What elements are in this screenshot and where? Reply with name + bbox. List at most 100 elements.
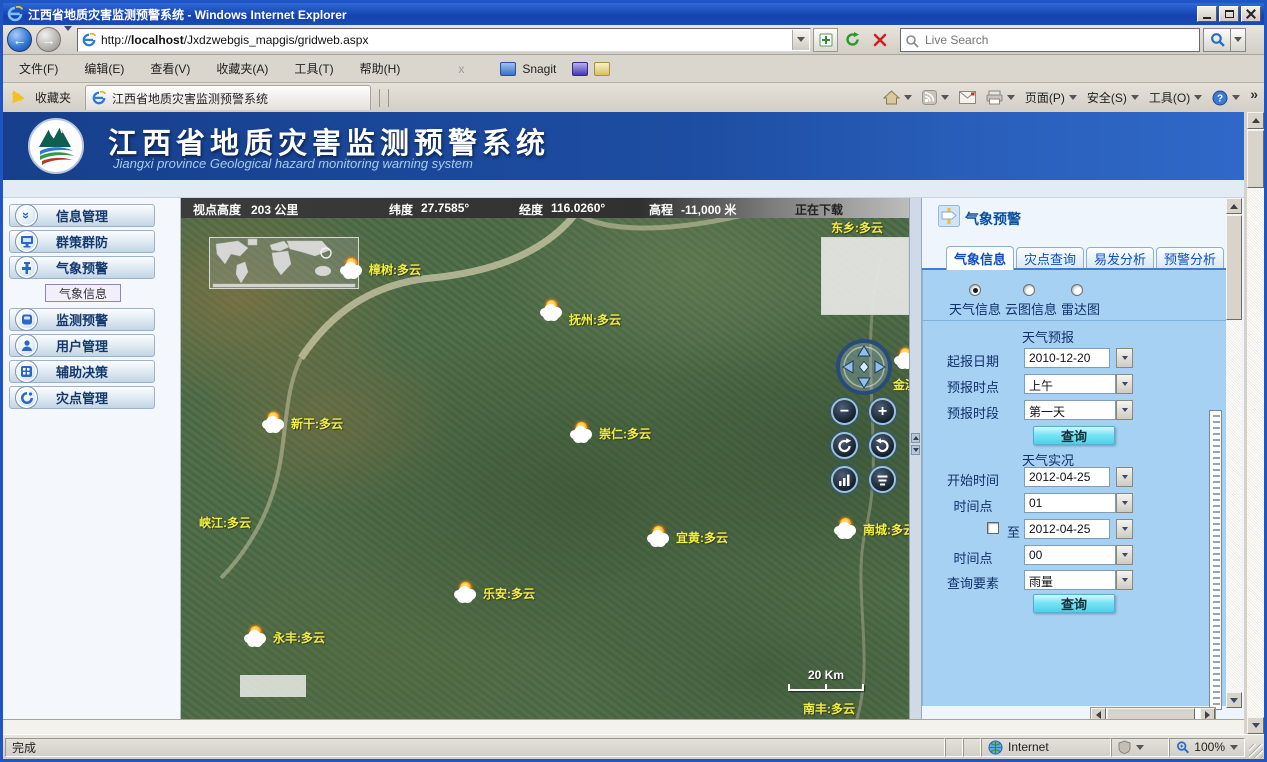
weather-marker[interactable]: 金溪:多云 <box>893 348 909 393</box>
panel-vscrollbar[interactable] <box>1226 198 1242 708</box>
radio-label-radar[interactable]: 雷达图 <box>1061 299 1100 318</box>
tab-susceptibility-analysis[interactable]: 易发分析 <box>1086 247 1154 268</box>
protected-mode-pane[interactable] <box>1111 738 1169 757</box>
forecast-date-combo[interactable]: 2010-12-20 <box>1024 348 1110 368</box>
search-options-dropdown[interactable] <box>1231 28 1246 52</box>
search-go-button[interactable] <box>1203 28 1231 52</box>
until-checkbox[interactable] <box>987 522 999 534</box>
live-search-box[interactable] <box>900 28 1200 52</box>
menu-favorites[interactable]: 收藏夹(A) <box>206 56 278 81</box>
radio-radar-image[interactable] <box>1071 284 1083 296</box>
stop-button[interactable] <box>867 28 892 52</box>
forecast-time-combo[interactable]: 上午 <box>1024 374 1116 394</box>
query-element-combo[interactable]: 雨量 <box>1024 570 1116 590</box>
address-field[interactable]: http://localhost/Jxdzwebgis_mapgis/gridw… <box>77 28 811 52</box>
tilt-up-button[interactable] <box>831 466 858 493</box>
zoom-in-button[interactable]: + <box>869 398 896 425</box>
end-date-dropdown[interactable] <box>1116 519 1133 539</box>
radio-cloud-image[interactable] <box>1023 284 1035 296</box>
radio-label-weather[interactable]: 天气信息 <box>949 299 1001 318</box>
sidebar-item-decision-support[interactable]: 辅助决策 <box>9 360 155 383</box>
compatibility-button[interactable] <box>813 28 838 52</box>
tab-warning-analysis[interactable]: 预警分析 <box>1156 247 1224 268</box>
time-point2-combo[interactable]: 00 <box>1024 545 1116 565</box>
menu-help[interactable]: 帮助(H) <box>350 56 411 81</box>
rotate-right-button[interactable] <box>869 432 896 459</box>
start-time-combo[interactable]: 2012-04-25 <box>1024 467 1110 487</box>
page-vscrollbar[interactable] <box>1247 112 1264 734</box>
snagit-label[interactable]: Snagit <box>522 62 556 76</box>
radio-weather-info[interactable] <box>969 284 981 296</box>
world-overview-map[interactable] <box>209 237 359 289</box>
back-button[interactable]: ← <box>7 27 32 52</box>
weather-marker[interactable]: 永丰:多云 <box>243 626 325 646</box>
map-viewport[interactable]: 东乡:多云 樟树:多云 抚州:多云 新干:多云 崇仁:多云 峡江:多云 宜黄:多… <box>181 218 909 722</box>
forecast-period-dropdown[interactable] <box>1116 400 1133 420</box>
tilt-down-button[interactable] <box>869 466 896 493</box>
zoom-pane[interactable]: 100% <box>1169 738 1245 757</box>
tab-weather-info[interactable]: 气象信息 <box>946 246 1014 270</box>
weather-marker[interactable]: 南城:多云 <box>833 518 909 538</box>
minimize-button[interactable] <box>1197 6 1217 22</box>
page-tab[interactable]: 江西省地质灾害监测预警系统 <box>85 85 371 110</box>
menu-tools[interactable]: 工具(T) <box>284 56 343 81</box>
zoom-out-button[interactable]: − <box>831 398 858 425</box>
splitter-down-button[interactable] <box>911 445 920 455</box>
forecast-period-combo[interactable]: 第一天 <box>1024 400 1116 420</box>
weather-marker[interactable]: 东乡:多云 <box>831 219 883 236</box>
snagit-capture-icon[interactable] <box>572 62 588 76</box>
weather-marker[interactable]: 宜黄:多云 <box>646 526 728 546</box>
forward-button[interactable]: → <box>36 27 61 52</box>
weather-marker[interactable]: 峡江:多云 <box>199 514 251 531</box>
sidebar-subitem-weather-info[interactable]: 气象信息 <box>45 284 121 302</box>
menu-view[interactable]: 查看(V) <box>140 56 200 81</box>
home-button[interactable] <box>883 90 912 105</box>
map-panel-splitter[interactable] <box>909 198 922 719</box>
refresh-button[interactable] <box>840 28 865 52</box>
favorites-button[interactable]: 收藏夹 <box>35 89 71 106</box>
sidebar-item-user-management[interactable]: 用户管理 <box>9 334 155 357</box>
weather-marker[interactable]: 崇仁:多云 <box>569 422 651 442</box>
snagit-icon[interactable] <box>500 62 516 76</box>
weather-marker[interactable]: 乐安:多云 <box>453 582 535 602</box>
time-point-combo[interactable]: 01 <box>1024 493 1116 513</box>
weather-marker[interactable]: 新干:多云 <box>261 412 343 432</box>
address-dropdown[interactable] <box>792 30 809 50</box>
help-button[interactable]: ? <box>1212 90 1240 106</box>
resize-grip[interactable] <box>1249 744 1263 758</box>
sidebar-item-monitor-warning[interactable]: 监测预警 <box>9 308 155 331</box>
weather-marker[interactable]: 南丰:多云 <box>803 700 855 717</box>
sidebar-item-hazard-point-management[interactable]: 灾点管理 <box>9 386 155 409</box>
snagit-editor-icon[interactable] <box>594 62 610 76</box>
weather-marker[interactable]: 抚州:多云 <box>539 300 621 320</box>
sidebar-item-weather-warning[interactable]: 气象预警 <box>9 256 155 279</box>
feeds-button[interactable] <box>922 90 949 105</box>
favorites-star-icon[interactable] <box>11 89 25 101</box>
read-mail-button[interactable] <box>959 91 976 104</box>
rotate-left-button[interactable] <box>831 432 858 459</box>
security-menu-button[interactable]: 安全(S) <box>1087 89 1139 106</box>
tools-menu-button[interactable]: 工具(O) <box>1149 89 1202 106</box>
pan-compass-control[interactable] <box>835 338 893 401</box>
history-dropdown[interactable] <box>64 31 72 49</box>
forecast-time-dropdown[interactable] <box>1116 374 1133 394</box>
time-point-dropdown[interactable] <box>1116 493 1133 513</box>
page-menu-button[interactable]: 页面(P) <box>1025 89 1077 106</box>
forecast-query-button[interactable]: 查询 <box>1033 426 1115 445</box>
start-time-dropdown[interactable] <box>1116 467 1133 487</box>
command-overflow-chevron[interactable]: » <box>1250 86 1258 102</box>
menu-file[interactable]: 文件(F) <box>9 56 68 81</box>
forecast-date-dropdown[interactable] <box>1116 348 1133 368</box>
time-point2-dropdown[interactable] <box>1116 545 1133 565</box>
radio-label-cloud[interactable]: 云图信息 <box>1005 299 1057 318</box>
print-button[interactable] <box>986 90 1015 105</box>
actual-query-button[interactable]: 查询 <box>1033 594 1115 613</box>
splitter-up-button[interactable] <box>911 433 920 443</box>
tab-hazard-query[interactable]: 灾点查询 <box>1016 247 1084 268</box>
close-button[interactable] <box>1241 6 1261 22</box>
search-input[interactable] <box>923 32 1183 48</box>
weather-marker[interactable]: 樟树:多云 <box>339 258 421 278</box>
menu-edit[interactable]: 编辑(E) <box>74 56 134 81</box>
query-element-dropdown[interactable] <box>1116 570 1133 590</box>
end-date-combo[interactable]: 2012-04-25 <box>1024 519 1110 539</box>
